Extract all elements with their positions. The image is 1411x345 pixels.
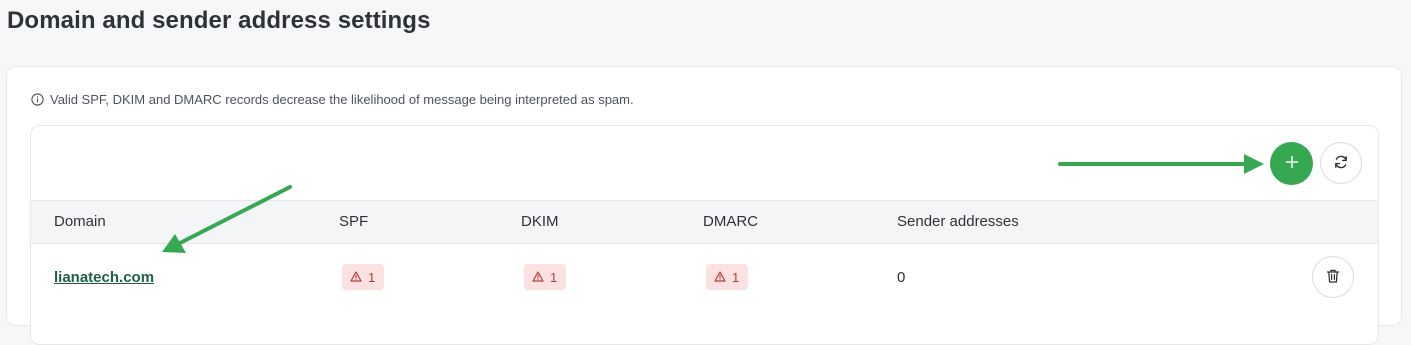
dkim-warning-badge[interactable]: 1 (524, 264, 567, 290)
dkim-cell: 1 (524, 244, 567, 310)
sender-addresses-cell: 0 (897, 244, 905, 310)
warning-icon (714, 270, 726, 285)
page-title: Domain and sender address settings (7, 7, 431, 34)
domains-table: Domain SPF DKIM DMARC Sender addresses l… (30, 125, 1379, 345)
column-header-spf[interactable]: SPF (339, 213, 368, 230)
info-text: Valid SPF, DKIM and DMARC records decrea… (50, 92, 634, 107)
dmarc-warning-count: 1 (732, 269, 740, 285)
dmarc-cell: 1 (706, 244, 749, 310)
table-row: lianatech.com 1 1 1 0 (31, 244, 1378, 310)
dmarc-warning-badge[interactable]: 1 (706, 264, 749, 290)
column-header-domain[interactable]: Domain (54, 213, 106, 230)
dkim-warning-count: 1 (550, 269, 558, 285)
spf-warning-count: 1 (368, 269, 376, 285)
column-header-dkim[interactable]: DKIM (521, 213, 559, 230)
domain-cell: lianatech.com (54, 244, 154, 310)
table-header: Domain SPF DKIM DMARC Sender addresses (31, 200, 1378, 244)
warning-icon (532, 270, 544, 285)
info-notice: Valid SPF, DKIM and DMARC records decrea… (31, 92, 634, 107)
add-domain-button[interactable] (1270, 142, 1313, 185)
column-header-dmarc[interactable]: DMARC (703, 213, 758, 230)
info-icon (31, 93, 44, 106)
delete-domain-button[interactable] (1312, 256, 1354, 298)
refresh-icon (1333, 154, 1349, 173)
spf-cell: 1 (342, 244, 385, 310)
column-header-sender-addresses[interactable]: Sender addresses (897, 213, 1019, 230)
sender-addresses-count: 0 (897, 268, 906, 286)
trash-icon (1325, 268, 1341, 287)
table-toolbar (31, 126, 1378, 200)
settings-card: Valid SPF, DKIM and DMARC records decrea… (6, 66, 1402, 345)
domain-link[interactable]: lianatech.com (54, 269, 154, 286)
spf-warning-badge[interactable]: 1 (342, 264, 385, 290)
warning-icon (350, 270, 362, 285)
plus-icon (1284, 154, 1300, 173)
refresh-button[interactable] (1320, 142, 1362, 184)
